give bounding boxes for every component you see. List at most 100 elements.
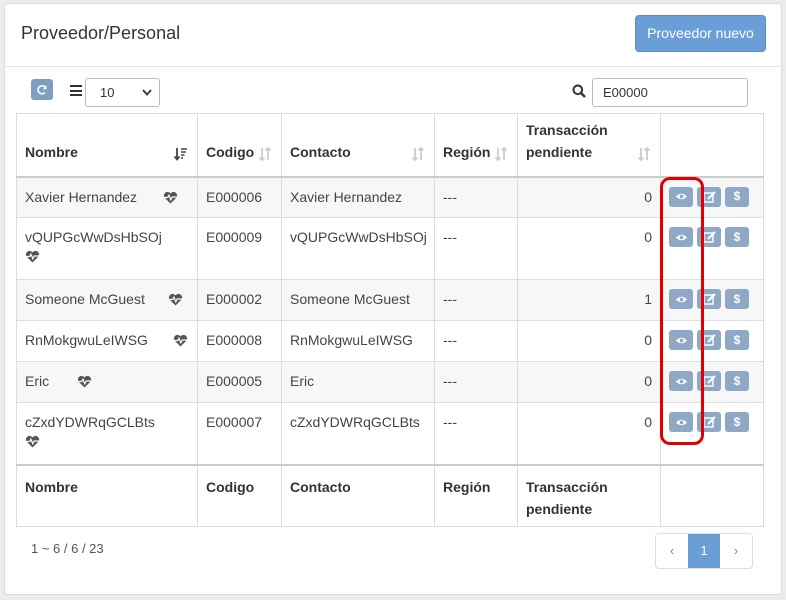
edit-icon [702, 231, 716, 243]
chevron-down-icon [142, 89, 152, 96]
page-title: Proveedor/Personal [21, 23, 181, 43]
cell-pendiente: 0 [517, 361, 661, 403]
view-button[interactable] [669, 186, 693, 207]
page-1-button[interactable]: 1 [688, 534, 720, 568]
cell-nombre: Xavier Hernandez [16, 176, 198, 218]
sort-desc-icon [174, 147, 187, 161]
next-page-button[interactable]: › [720, 534, 752, 568]
search-input[interactable]: E00000 [592, 78, 748, 107]
table-row[interactable]: cZxdYDWRqGCLBts E000007 cZxdYDWRqGCLBts ---… [16, 402, 764, 465]
cell-nombre: Someone McGuest [16, 279, 198, 321]
column-header-contacto[interactable]: Contacto [281, 113, 435, 178]
table-row[interactable]: Xavier Hernandez E000006 Xavier Hernandez -… [16, 176, 764, 218]
heartbeat-icon [25, 435, 40, 448]
pagination-info: 1 ~ 6 / 6 / 23 [31, 541, 104, 556]
heartbeat-icon [25, 250, 40, 263]
supplier-name: cZxdYDWRqGCLBts [25, 414, 155, 430]
dollar-icon: $ [733, 229, 741, 244]
footer-actions [660, 463, 764, 527]
cell-contacto: Xavier Hernandez [281, 176, 435, 218]
column-header-pendiente[interactable]: Transacción pendiente [517, 113, 661, 178]
heartbeat-icon [173, 334, 188, 347]
cell-pendiente: 0 [517, 402, 661, 465]
payment-button[interactable]: $ [725, 412, 749, 432]
refresh-button[interactable] [31, 79, 53, 100]
cell-actions: $ [660, 361, 764, 403]
sort-icon [258, 146, 272, 161]
footer-pendiente: Transacción pendiente [517, 463, 661, 527]
cell-region: --- [434, 176, 518, 218]
view-icon [675, 378, 687, 384]
cell-pendiente: 0 [517, 217, 661, 280]
new-supplier-button[interactable]: Proveedor nuevo [635, 15, 766, 52]
table-row[interactable]: RnMokgwuLeIWSG E000008 RnMokgwuLeIWSG --- 0 $ [16, 320, 764, 362]
card-header: Proveedor/Personal Proveedor nuevo [5, 4, 781, 67]
edit-icon [702, 334, 716, 346]
edit-icon [702, 190, 716, 203]
dollar-icon: $ [733, 189, 741, 203]
footer-nombre: Nombre [16, 463, 198, 527]
column-header-actions [660, 113, 764, 178]
table-row[interactable]: vQUPGcWwDsHbSOj E000009 vQUPGcWwDsHbSOj ---… [16, 217, 764, 280]
edit-button[interactable] [697, 371, 721, 391]
sort-icon [494, 146, 508, 161]
edit-button[interactable] [697, 186, 721, 207]
view-icon [675, 234, 687, 240]
heartbeat-icon [163, 191, 178, 204]
cell-codigo: E000002 [197, 279, 282, 321]
cell-region: --- [434, 217, 518, 280]
supplier-name: vQUPGcWwDsHbSOj [25, 229, 162, 245]
edit-button[interactable] [697, 289, 721, 309]
dollar-icon: $ [733, 291, 741, 306]
footer-contacto: Contacto [281, 463, 435, 527]
view-button[interactable] [669, 330, 693, 350]
supplier-name: Eric [25, 373, 50, 389]
edit-icon [702, 416, 716, 428]
payment-button[interactable]: $ [725, 227, 749, 247]
page-size-select[interactable]: 10 [85, 78, 160, 107]
dollar-icon: $ [733, 332, 741, 347]
column-header-nombre[interactable]: Nombre [16, 113, 198, 178]
edit-button[interactable] [697, 227, 721, 247]
cell-pendiente: 0 [517, 176, 661, 218]
cell-codigo: E000006 [197, 176, 282, 218]
cell-contacto: vQUPGcWwDsHbSOj [281, 217, 435, 280]
column-header-codigo[interactable]: Codigo [197, 113, 282, 178]
payment-button[interactable]: $ [725, 289, 749, 309]
cell-nombre: RnMokgwuLeIWSG [16, 320, 198, 362]
pagination: ‹ 1 › [655, 533, 753, 569]
cell-actions: $ [660, 320, 764, 362]
payment-button[interactable]: $ [725, 371, 749, 391]
edit-button[interactable] [697, 412, 721, 432]
cell-region: --- [434, 320, 518, 362]
sort-icon [411, 146, 425, 161]
dollar-icon: $ [733, 414, 741, 429]
view-icon [675, 337, 687, 343]
table-row[interactable]: Eric E000005 Eric --- 0 $ [16, 361, 764, 403]
supplier-name: Someone McGuest [25, 291, 145, 307]
cell-codigo: E000008 [197, 320, 282, 362]
cell-pendiente: 0 [517, 320, 661, 362]
view-button[interactable] [669, 227, 693, 247]
cell-codigo: E000007 [197, 402, 282, 465]
cell-contacto: Eric [281, 361, 435, 403]
view-button[interactable] [669, 371, 693, 391]
cell-actions: $ [660, 279, 764, 321]
search-icon [572, 84, 586, 98]
column-header-region[interactable]: Región [434, 113, 518, 178]
cell-actions: $ [660, 176, 764, 218]
page-size-value: 10 [100, 85, 115, 100]
cell-codigo: E000005 [197, 361, 282, 403]
view-icon [675, 193, 687, 200]
cell-region: --- [434, 279, 518, 321]
payment-button[interactable]: $ [725, 186, 749, 207]
view-icon [675, 296, 687, 302]
table-row[interactable]: Someone McGuest E000002 Someone McGuest ---… [16, 279, 764, 321]
view-button[interactable] [669, 289, 693, 309]
prev-page-button[interactable]: ‹ [656, 534, 688, 568]
payment-button[interactable]: $ [725, 330, 749, 350]
supplier-name: RnMokgwuLeIWSG [25, 332, 148, 348]
cell-nombre: Eric [16, 361, 198, 403]
edit-button[interactable] [697, 330, 721, 350]
view-button[interactable] [669, 412, 693, 432]
